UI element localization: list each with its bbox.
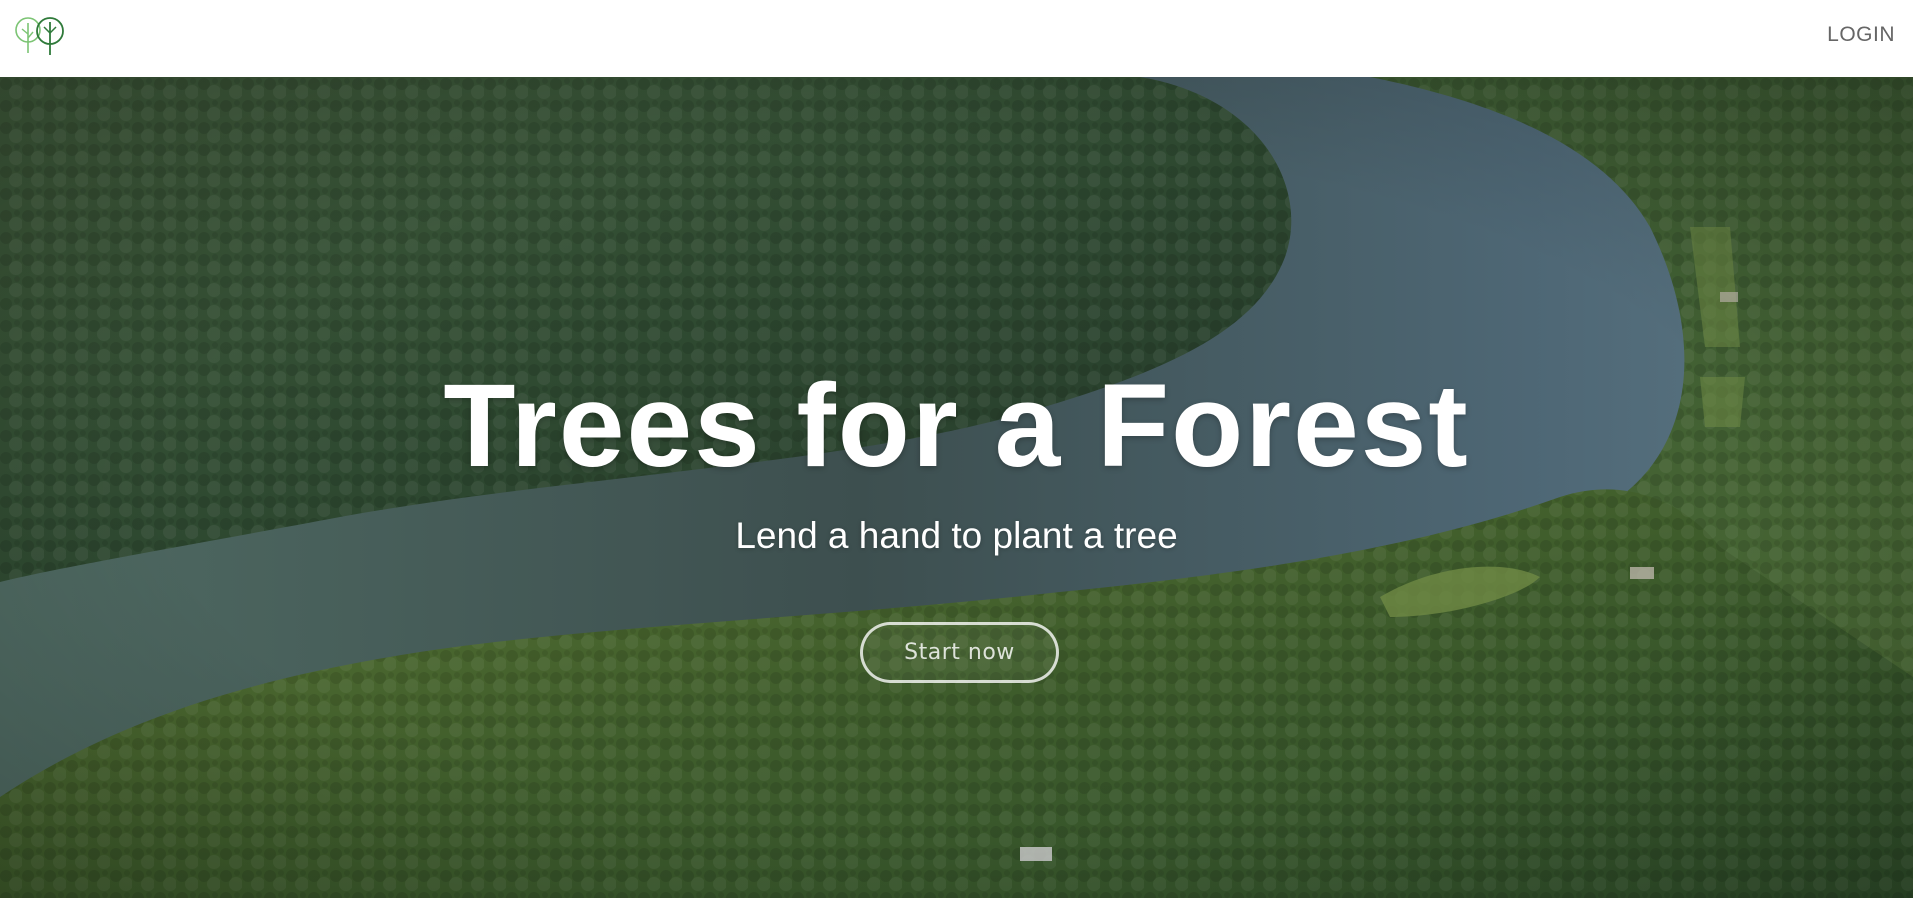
top-navbar: LOGIN (0, 0, 1913, 77)
hero-section: Trees for a Forest Lend a hand to plant … (0, 77, 1913, 898)
hero-title: Trees for a Forest (443, 360, 1470, 492)
login-link[interactable]: LOGIN (1827, 23, 1895, 47)
hero-subtitle: Lend a hand to plant a tree (735, 515, 1178, 556)
start-now-button[interactable]: Start now (860, 622, 1059, 683)
hero-content: Trees for a Forest Lend a hand to plant … (0, 77, 1913, 898)
two-trees-logo-icon[interactable] (13, 15, 67, 57)
